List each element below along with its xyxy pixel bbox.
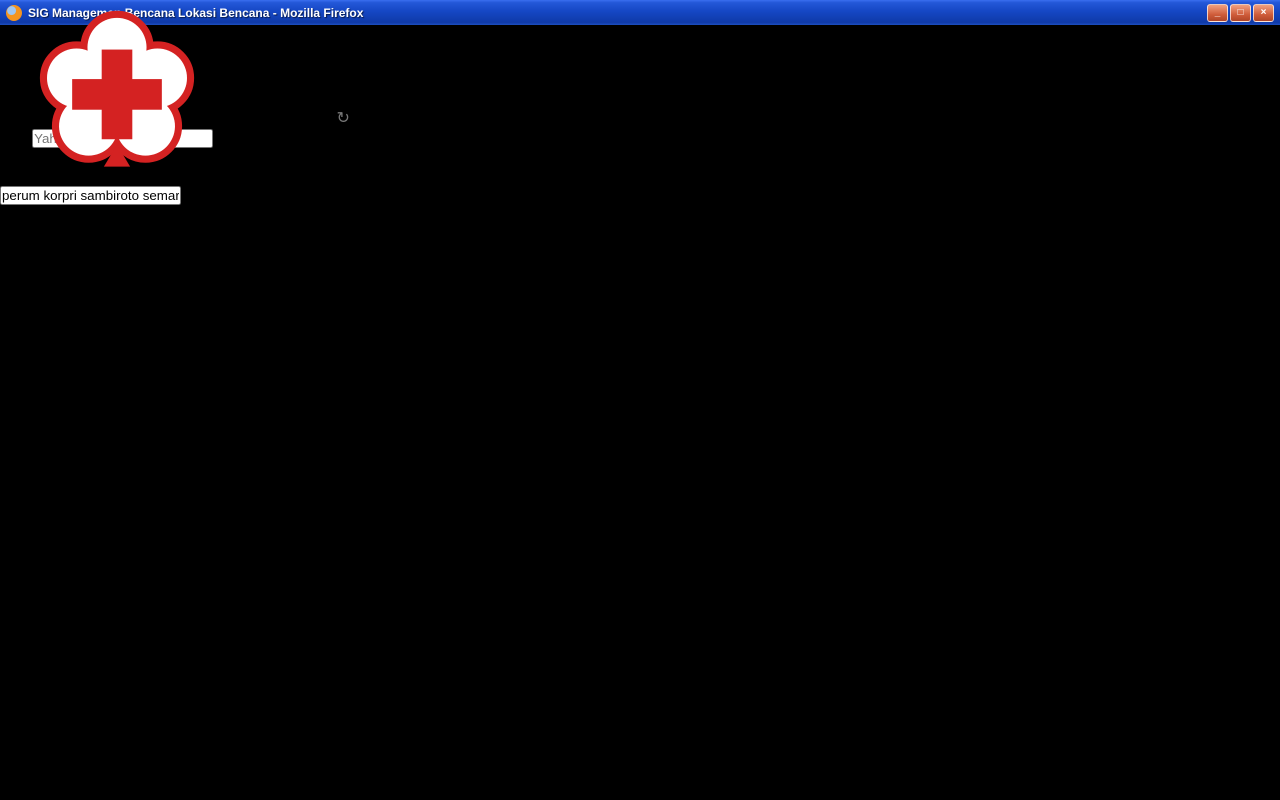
yahoo-search-field[interactable]	[0, 186, 1280, 205]
firefox-icon	[6, 5, 22, 21]
search-engine-icon[interactable]: Y!	[0, 130, 15, 147]
cari-dropdown-icon[interactable]: ▾	[43, 207, 51, 224]
yahoo-logo-dropdown-icon[interactable]: ▾	[20, 168, 28, 185]
new-tab-button[interactable]: +	[0, 72, 9, 89]
maximize-button[interactable]: □	[1230, 4, 1251, 22]
search-engine-dropdown-icon[interactable]: ▾	[20, 130, 28, 147]
url-dropdown-icon[interactable]: ▾	[328, 115, 333, 125]
cari-button[interactable]: CARI ▾	[0, 205, 1280, 225]
window-title: SIG Managemen Bencana Lokasi Bencana - M…	[28, 6, 1205, 20]
minimize-button[interactable]: _	[1207, 4, 1228, 22]
cari-button-label: CARI	[0, 207, 38, 224]
notification-badge[interactable]: 5	[0, 227, 9, 244]
badge-dropdown-icon[interactable]: ▾	[13, 227, 21, 244]
yahoo-search-input[interactable]	[0, 186, 181, 205]
tab-close-icon[interactable]: x	[307, 54, 315, 71]
reload-icon[interactable]: ↻	[336, 110, 349, 127]
browser-viewport: BADAN SAR NASIONAL RESCUE SIG Managemen …	[0, 245, 1280, 800]
asterisk-icon[interactable]: *	[38, 227, 44, 244]
google-map[interactable]: Jl. Imam BonjolJl. PemudaJl. Gajah MadaJ…	[0, 281, 1280, 800]
home-icon[interactable]: ⌂	[12, 148, 22, 165]
desktop: SIG Managemen Bencana Lokasi Bencana - M…	[0, 0, 1280, 800]
bookmark-star-icon[interactable]: ☆	[309, 110, 323, 127]
yahoo-logo[interactable]: Y!	[0, 168, 15, 185]
close-button[interactable]: ×	[1253, 4, 1274, 22]
web-page: BADAN SAR NASIONAL RESCUE SIG Managemen …	[0, 245, 1280, 800]
downloads-icon[interactable]: ↓	[0, 148, 8, 165]
notebook-dropdown-icon[interactable]: ▾	[26, 227, 34, 244]
pmi-logo	[32, 8, 202, 183]
